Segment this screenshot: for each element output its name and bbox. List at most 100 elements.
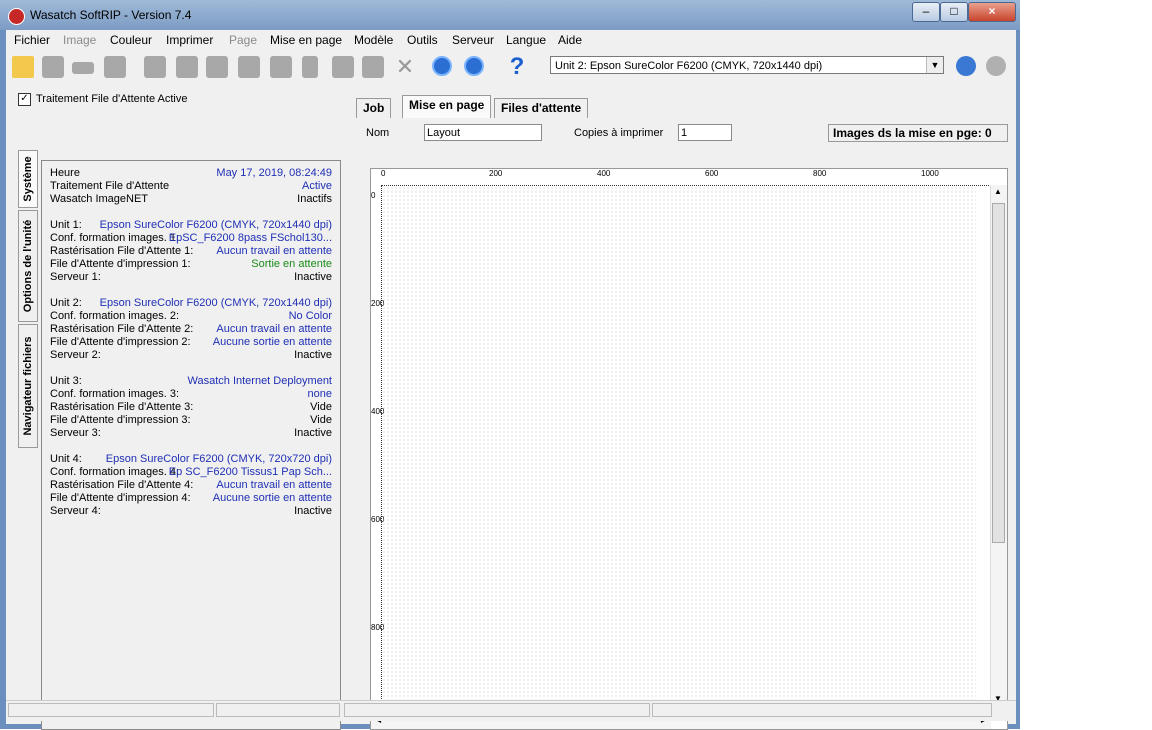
unit1-rast-row: Rastérisation File d'Attente 1: Aucun tra…	[50, 245, 332, 258]
queue-checkbox[interactable]: ✓	[18, 93, 31, 106]
copies-label: Copies à imprimer	[574, 127, 664, 139]
delete-icon[interactable]: ✕	[394, 56, 416, 78]
menu-aide[interactable]: Aide	[558, 33, 582, 47]
close-button[interactable]: ×	[968, 2, 1016, 22]
menu-mise-en-page[interactable]: Mise en page	[270, 33, 342, 47]
unit3-serv-row: Serveur 3: Inactive	[50, 427, 332, 440]
layout-grid[interactable]	[382, 186, 976, 700]
print-icon[interactable]	[104, 56, 126, 78]
window-title: Wasatch SoftRIP - Version 7.4	[30, 8, 192, 22]
layout-canvas[interactable]: 0 200 400 600 800 1000 0 200 400 600 800…	[370, 168, 1008, 730]
unit2-row: Unit 2: Epson SureColor F6200 (CMYK, 720x…	[50, 297, 332, 310]
value: Aucune sortie en attente	[212, 492, 332, 504]
label: Unit 1:	[50, 219, 82, 231]
gear-icon[interactable]	[956, 56, 976, 76]
chevron-down-icon[interactable]: ▼	[926, 57, 943, 73]
align-left-icon[interactable]	[206, 56, 228, 78]
label: Serveur 1:	[50, 271, 101, 283]
menu-image[interactable]: Image	[63, 33, 96, 47]
tab-options-unite[interactable]: Options de l'unité	[18, 210, 38, 322]
tab-job[interactable]: Job	[356, 98, 392, 118]
menu-langue[interactable]: Langue	[506, 33, 546, 47]
horizontal-ruler: 0 200 400 600 800 1000	[381, 169, 993, 186]
maximize-button[interactable]: □	[940, 2, 968, 22]
copies-stepper[interactable]: 1	[678, 124, 732, 141]
vertical-scroll-thumb[interactable]	[992, 203, 1005, 543]
label: Rastérisation File d'Attente 4:	[50, 479, 194, 491]
value: Vide	[310, 414, 332, 426]
label: Rastérisation File d'Attente 3:	[50, 401, 194, 413]
label: Traitement File d'Attente	[50, 180, 170, 192]
align-right-icon[interactable]	[270, 56, 292, 78]
menu-imprimer[interactable]: Imprimer	[166, 33, 213, 47]
value: Sortie en attente	[251, 258, 332, 270]
zoom-in-icon[interactable]	[432, 56, 452, 76]
copy-icon[interactable]	[362, 56, 384, 78]
label: Unit 4:	[50, 453, 82, 465]
menu-page[interactable]: Page	[229, 33, 257, 47]
label: Wasatch ImageNET	[50, 193, 149, 205]
ruler-x-label: 600	[705, 169, 719, 178]
frame-icon[interactable]	[332, 56, 354, 78]
tab-systeme-label: Système	[22, 156, 34, 202]
unit1-conf-row: Conf. formation images. 1: EpSC_F6200 8pa…	[50, 232, 332, 245]
unit4-serv-row: Serveur 4: Inactive	[50, 505, 332, 518]
value: Inactive	[294, 271, 332, 283]
app-logo-icon	[8, 8, 25, 25]
value: Epson SureColor F6200 (CMYK, 720x1440 dp…	[99, 297, 332, 309]
unit2-conf-row: Conf. formation images. 2: No Color	[50, 310, 332, 323]
menu-modele[interactable]: Modèle	[354, 33, 393, 47]
unit3-row: Unit 3: Wasatch Internet Deployment	[50, 375, 332, 388]
nom-input[interactable]: Layout	[424, 124, 542, 141]
system-status-panel: Heure May 17, 2019, 08:24:49 Traitement F…	[41, 160, 341, 730]
unit2-rast-row: Rastérisation File d'Attente 2: Aucun tra…	[50, 323, 332, 336]
tab-mise-en-page[interactable]: Mise en page	[402, 95, 492, 118]
status-cell-3	[344, 703, 650, 717]
value: none	[307, 388, 332, 400]
tab-navigateur-fichiers-label: Navigateur fichiers	[22, 336, 34, 436]
label: File d'Attente d'impression 3:	[50, 414, 191, 426]
menu-couleur[interactable]: Couleur	[110, 33, 152, 47]
rotate-icon[interactable]	[72, 62, 94, 74]
menu-serveur[interactable]: Serveur	[452, 33, 494, 47]
menu-fichier[interactable]: Fichier	[14, 33, 50, 47]
tab-navigateur-fichiers[interactable]: Navigateur fichiers	[18, 324, 38, 448]
label: Conf. formation images. 4:	[50, 466, 180, 478]
crop-icon[interactable]	[144, 56, 166, 78]
tab-systeme[interactable]: Système	[18, 150, 38, 208]
label: Serveur 4:	[50, 505, 101, 517]
label: Serveur 2:	[50, 349, 101, 361]
unit-select[interactable]: Unit 2: Epson SureColor F6200 (CMYK, 720…	[550, 56, 944, 74]
label: Conf. formation images. 3:	[50, 388, 180, 400]
nest-icon[interactable]	[176, 56, 198, 78]
open-folder-icon[interactable]	[12, 56, 34, 78]
label: File d'Attente d'impression 1:	[50, 258, 191, 270]
value: Wasatch Internet Deployment	[187, 375, 333, 387]
align-center-icon[interactable]	[238, 56, 260, 78]
unit4-rast-row: Rastérisation File d'Attente 4: Aucun tra…	[50, 479, 332, 492]
copies-value: 1	[681, 127, 688, 139]
menu-outils[interactable]: Outils	[407, 33, 438, 47]
label: File d'Attente d'impression 4:	[50, 492, 191, 504]
value: May 17, 2019, 08:24:49	[216, 167, 332, 179]
label: Rastérisation File d'Attente 2:	[50, 323, 194, 335]
application-window: Wasatch SoftRIP - Version 7.4 – □ × Fich…	[0, 0, 1020, 730]
label: Conf. formation images. 1:	[50, 232, 180, 244]
right-pane: Job Mise en page Files d'attente Nom Lay…	[352, 84, 1016, 730]
save-icon[interactable]	[42, 56, 64, 78]
tile-icon[interactable]	[302, 56, 318, 78]
minimize-button[interactable]: –	[912, 2, 940, 22]
toolbar: ✕ ? Unit 2: Epson SureColor F6200 (CMYK,…	[6, 50, 1016, 84]
zoom-out-icon[interactable]	[464, 56, 484, 76]
label: Rastérisation File d'Attente 1:	[50, 245, 194, 257]
label: Unit 3:	[50, 375, 82, 387]
layout-header-row: Nom Layout Copies à imprimer 1 Images ds…	[362, 124, 1008, 144]
unit1-print-row: File d'Attente d'impression 1: Sortie en …	[50, 258, 332, 271]
stop-icon[interactable]	[986, 56, 1006, 76]
scroll-up-icon[interactable]: ▲	[994, 187, 1002, 196]
value: Epson SureColor F6200 (CMYK, 720x1440 dp…	[99, 219, 332, 231]
help-icon[interactable]: ?	[506, 55, 528, 79]
vertical-scrollbar[interactable]: ▲ ▼	[990, 185, 1007, 705]
tab-files-attente[interactable]: Files d'attente	[494, 98, 589, 118]
title-bar: Wasatch SoftRIP - Version 7.4 – □ ×	[0, 0, 1020, 30]
